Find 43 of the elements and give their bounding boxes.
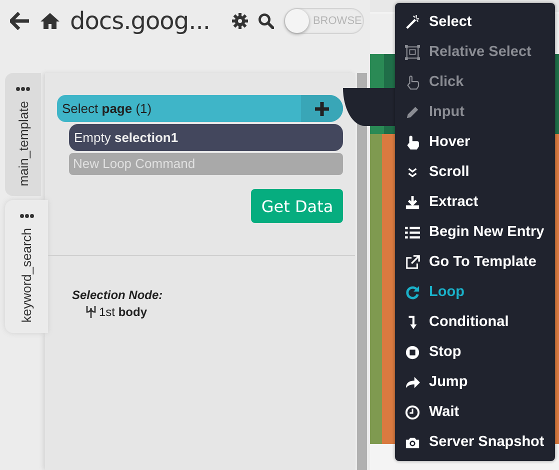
node-path-text: 1st body (99, 305, 148, 319)
node-icon (86, 305, 96, 319)
pointer-hand-icon (405, 134, 420, 150)
clock-icon (405, 404, 420, 420)
external-link-icon (405, 254, 420, 270)
page-title: docs.goog... (70, 7, 210, 35)
menu-item[interactable]: Begin New Entry (395, 217, 555, 247)
template-tab[interactable]: keyword_search (5, 200, 48, 333)
more-icon[interactable] (20, 214, 34, 218)
menu-item[interactable]: Conditional (395, 307, 555, 337)
empty-command[interactable]: Empty selection1 (69, 124, 344, 151)
wand-icon (405, 14, 420, 30)
list-icon (405, 224, 420, 240)
back-icon[interactable] (10, 12, 30, 30)
scrollbar[interactable] (357, 73, 367, 470)
settings-icon[interactable] (232, 13, 248, 29)
tab-label: main_template (16, 101, 30, 186)
menu-item[interactable]: Wait (395, 397, 555, 427)
command-label: Select page (1) (62, 101, 153, 116)
home-icon[interactable] (40, 12, 60, 30)
menu-item[interactable]: Stop (395, 337, 555, 367)
tab-label: keyword_search (19, 228, 34, 323)
menu-item[interactable]: Loop (395, 277, 555, 307)
menu-item[interactable]: Scroll (395, 157, 555, 187)
template-tab[interactable]: main_template (5, 73, 41, 196)
select-command[interactable]: Select page (1) (57, 95, 344, 122)
menu-item[interactable]: Hover (395, 127, 555, 157)
menu-item[interactable]: Go To Template (395, 247, 555, 277)
menu-item[interactable]: Select (395, 7, 555, 37)
download-icon (405, 194, 420, 210)
pointer-hand-icon (405, 74, 420, 90)
menu-item[interactable]: Extract (395, 187, 555, 217)
pencil-icon (405, 104, 420, 120)
stop-icon (405, 344, 420, 360)
refresh-icon (405, 284, 420, 300)
frame-select-icon (405, 44, 420, 60)
plus-icon[interactable] (315, 102, 330, 116)
more-icon[interactable] (16, 87, 30, 91)
search-icon[interactable] (258, 13, 274, 29)
menu-item[interactable]: Server Snapshot (395, 427, 555, 457)
share-arrow-icon (405, 374, 420, 390)
selection-node-label: Selection Node: (72, 288, 164, 302)
menu-item[interactable]: Jump (395, 367, 555, 397)
